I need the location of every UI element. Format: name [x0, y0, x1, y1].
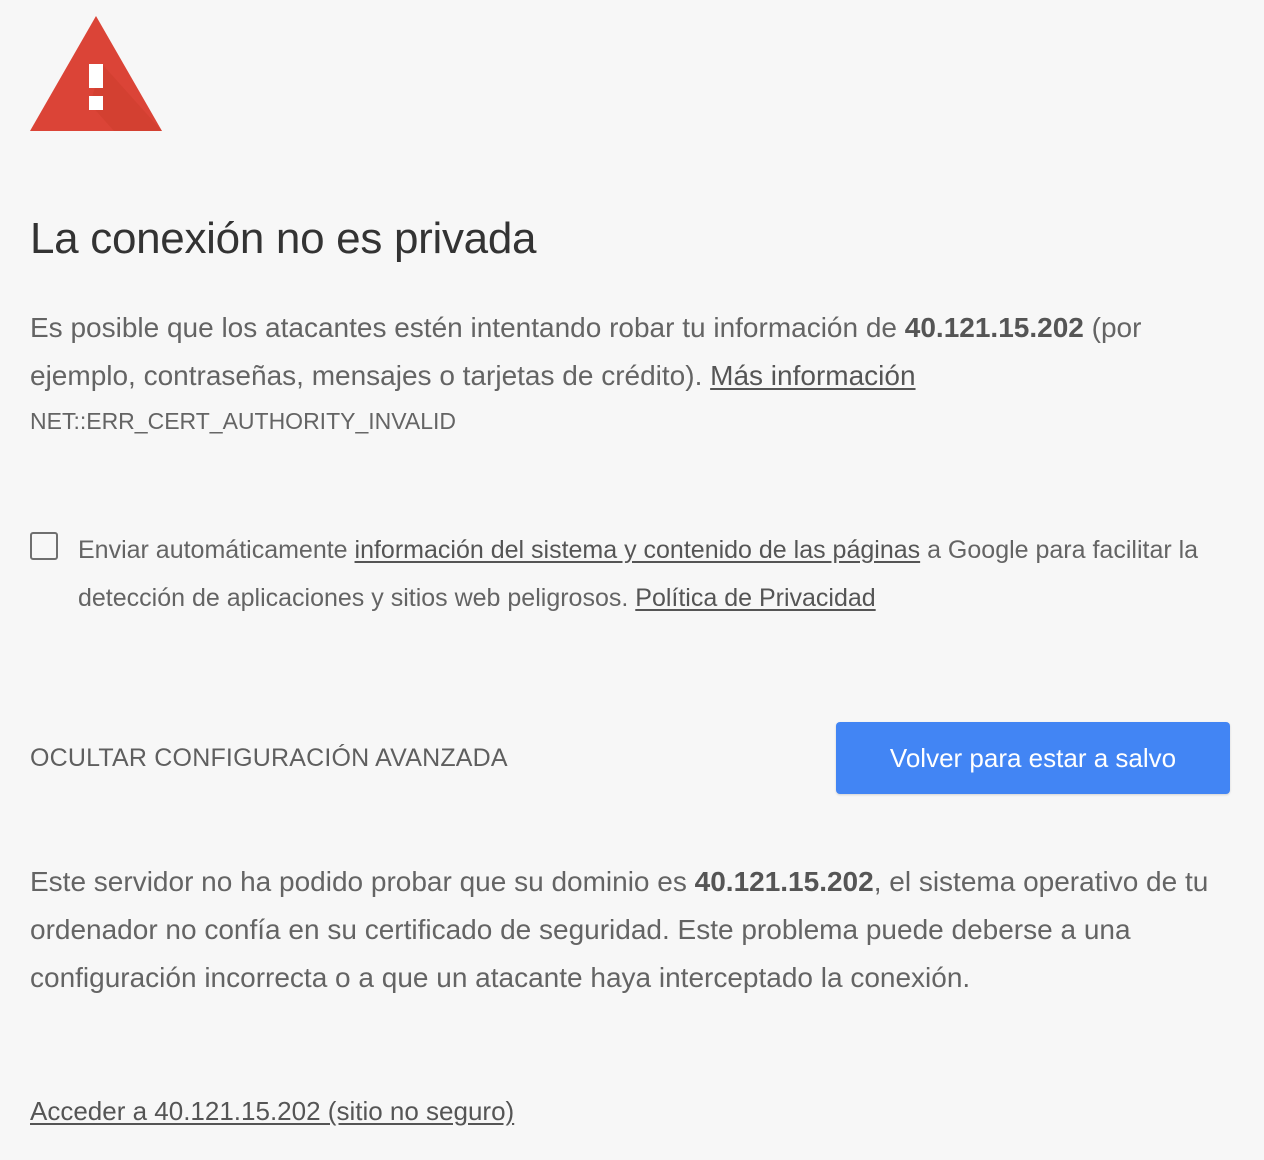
- warning-triangle-icon: [30, 16, 162, 131]
- report-label: Enviar automáticamente información del s…: [78, 526, 1230, 622]
- details-paragraph: Este servidor no ha podido probar que su…: [30, 858, 1240, 1002]
- interstitial-page: La conexión no es privada Es posible que…: [0, 0, 1264, 1160]
- back-to-safety-button[interactable]: Volver para estar a salvo: [836, 722, 1230, 794]
- intro-text-before: Es posible que los atacantes estén inten…: [30, 312, 905, 343]
- proceed-unsafe-link[interactable]: Acceder a 40.121.15.202 (sitio no seguro…: [30, 1096, 514, 1127]
- report-option: Enviar automáticamente información del s…: [30, 526, 1230, 622]
- intro-host: 40.121.15.202: [904, 312, 1084, 343]
- learn-more-link[interactable]: Más información: [710, 360, 915, 391]
- intro-paragraph: Es posible que los atacantes estén inten…: [30, 304, 1230, 400]
- system-info-link[interactable]: información del sistema y contenido de l…: [355, 536, 921, 564]
- page-title: La conexión no es privada: [30, 214, 537, 263]
- report-text-before: Enviar automáticamente: [78, 536, 355, 564]
- error-code: NET::ERR_CERT_AUTHORITY_INVALID: [30, 408, 457, 434]
- report-checkbox[interactable]: [30, 532, 58, 560]
- hide-advanced-button[interactable]: OCULTAR CONFIGURACIÓN AVANZADA: [30, 744, 508, 773]
- details-host: 40.121.15.202: [694, 866, 874, 897]
- details-text-before: Este servidor no ha podido probar que su…: [30, 866, 695, 897]
- privacy-policy-link[interactable]: Política de Privacidad: [635, 584, 875, 612]
